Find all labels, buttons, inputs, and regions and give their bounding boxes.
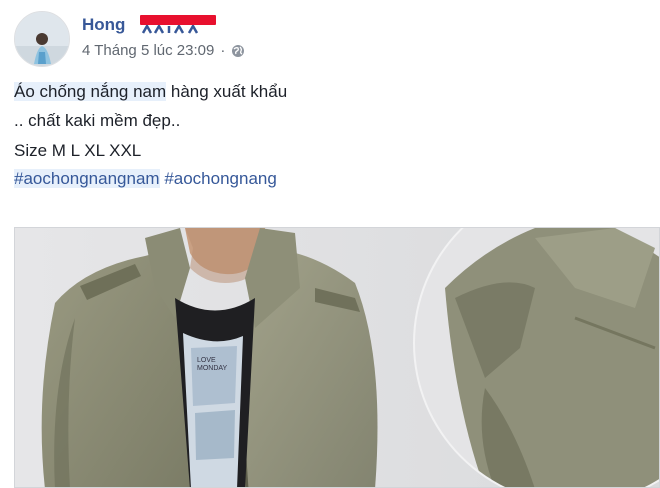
hashtag-line: #aochongnangnam #aochongnang — [14, 168, 277, 190]
post-text-line-2: .. chất kaki mềm đẹp.. — [14, 111, 181, 130]
avatar-photo — [15, 12, 69, 66]
svg-text:MONDAY: MONDAY — [197, 365, 228, 372]
facebook-post: Hong 4 Tháng 5 lúc 23:09 · Áo chống nắng… — [0, 0, 660, 488]
globe-icon[interactable] — [231, 44, 245, 58]
author-avatar[interactable] — [14, 11, 70, 67]
meta-separator: · — [220, 42, 226, 59]
post-meta: 4 Tháng 5 lúc 23:09 · — [82, 42, 245, 60]
jacket-product-image: LOVE MONDAY — [15, 228, 659, 487]
hashtag-link[interactable]: #aochongnang — [164, 169, 277, 188]
redaction-bar — [140, 15, 216, 25]
post-text-line-1-rest: hàng xuất khẩu — [166, 82, 288, 101]
post-text-line-3: Size M L XL XXL — [14, 141, 142, 160]
author-name[interactable]: Hong — [82, 14, 125, 36]
hashtag-link[interactable]: #aochongnangnam — [14, 169, 160, 188]
author-name-text[interactable]: Hong — [82, 15, 125, 34]
post-text-line-1: Áo chống nắng nam hàng xuất khẩu — [14, 81, 287, 103]
svg-text:LOVE: LOVE — [197, 357, 216, 364]
highlighted-keyword[interactable]: Áo chống nắng nam — [14, 82, 167, 101]
post-photo[interactable]: LOVE MONDAY — [14, 227, 660, 488]
post-timestamp[interactable]: 4 Tháng 5 lúc 23:09 — [82, 42, 214, 60]
